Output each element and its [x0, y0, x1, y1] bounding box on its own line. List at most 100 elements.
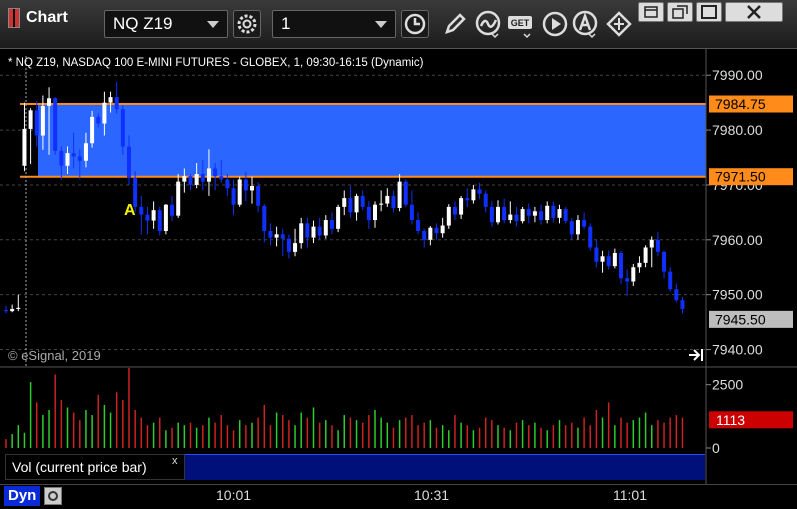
chart-app-icon	[8, 8, 20, 28]
interval-select[interactable]: 1	[272, 10, 396, 38]
close-icon	[747, 5, 761, 19]
candle	[514, 206, 519, 227]
candle	[532, 206, 537, 223]
time-axis[interactable]: Dyn 10:01 10:31 11:01	[0, 484, 797, 508]
volume-label-strip	[185, 454, 705, 480]
candle	[373, 201, 377, 228]
app-title-text: Chart	[26, 9, 68, 26]
symbol-select[interactable]: NQ Z19	[104, 10, 228, 38]
candle	[502, 198, 507, 224]
candle	[329, 212, 334, 235]
candle	[397, 173, 402, 212]
annotation-label[interactable]: A	[124, 202, 136, 219]
price-tick-label: 7990.00	[712, 67, 763, 83]
diamond-arrows-icon	[606, 11, 632, 37]
candle	[114, 81, 119, 114]
candle	[385, 188, 390, 207]
candle	[619, 250, 623, 284]
candle	[643, 245, 648, 268]
gear-icon	[237, 14, 257, 34]
candle	[483, 190, 488, 213]
lock-settings-icon[interactable]	[44, 487, 62, 505]
alert-button[interactable]	[571, 9, 601, 39]
volume-panel-label[interactable]: Vol (current price bar)	[5, 454, 185, 480]
candle	[674, 283, 679, 303]
price-zone[interactable]	[38, 104, 706, 177]
candle	[452, 201, 457, 221]
esignal-watermark: © eSignal, 2019	[8, 348, 101, 363]
symbol-settings-button[interactable]	[233, 10, 261, 38]
candle	[317, 217, 322, 240]
candle	[668, 267, 673, 292]
chart-description: * NQ Z19, NASDAQ 100 E-MINI FUTURES - GL…	[8, 57, 424, 69]
current-volume-value: 1113	[716, 412, 745, 428]
maximize-button[interactable]	[696, 2, 722, 22]
candle	[649, 236, 654, 268]
volume-tick-label: 0	[712, 440, 720, 456]
candle	[262, 204, 267, 243]
close-icon[interactable]: x	[172, 455, 178, 467]
candle	[539, 204, 544, 225]
candle	[496, 200, 500, 225]
candle	[256, 182, 261, 213]
candle	[354, 193, 359, 221]
lower-level-tag[interactable]: 7971.50	[709, 168, 793, 186]
scroll-to-end-icon[interactable]	[689, 349, 703, 361]
maximize-icon	[701, 5, 717, 19]
price-tick-label: 7980.00	[712, 122, 763, 138]
candle	[10, 304, 15, 313]
candle	[286, 234, 291, 259]
time-label: 11:01	[613, 487, 647, 503]
shade-button[interactable]	[638, 2, 664, 22]
candle	[250, 176, 254, 204]
time-template-button[interactable]	[401, 10, 429, 38]
candle	[151, 201, 156, 229]
price-chart[interactable]: 7990.007980.007970.007960.007950.007940.…	[0, 48, 797, 368]
study-button[interactable]	[474, 9, 504, 39]
candle	[520, 206, 525, 224]
time-label: 10:01	[216, 487, 252, 503]
replay-button[interactable]	[540, 9, 570, 39]
time-label: 10:31	[414, 487, 450, 503]
candle	[342, 190, 347, 216]
gear-icon	[48, 491, 58, 501]
study-curve-icon	[475, 10, 501, 39]
clock-icon	[404, 13, 426, 35]
current-volume-tag: 1113	[709, 411, 793, 429]
candle	[594, 239, 599, 268]
candle	[157, 206, 162, 236]
get-data-button[interactable]: GET	[506, 9, 536, 39]
draw-tool-button[interactable]	[440, 9, 470, 39]
alert-icon	[572, 10, 598, 39]
candle	[139, 195, 144, 235]
volume-tick-label: 2500	[712, 377, 743, 393]
upper-level-tag[interactable]: 7984.75	[709, 95, 793, 113]
upper-level-value: 7984.75	[715, 96, 766, 112]
candle	[16, 294, 21, 312]
toolbar: Chart NQ Z19 1 GET	[0, 0, 797, 49]
candle	[416, 212, 421, 235]
link-button[interactable]	[604, 9, 634, 39]
candle	[612, 248, 617, 269]
candle	[366, 201, 371, 229]
candle	[637, 256, 642, 273]
candle	[422, 228, 427, 248]
candle	[299, 217, 304, 249]
candle	[409, 190, 414, 225]
chevron-down-icon	[207, 21, 219, 28]
candle	[403, 179, 408, 207]
candle	[434, 223, 439, 240]
price-tick-label: 7940.00	[712, 342, 763, 358]
candle	[471, 184, 476, 204]
candle	[145, 206, 150, 235]
candle	[606, 250, 611, 270]
candle	[170, 195, 175, 222]
candle	[563, 206, 568, 224]
candle	[446, 204, 451, 229]
candle	[293, 228, 298, 257]
restore-button[interactable]	[667, 2, 693, 22]
dynamic-button[interactable]: Dyn	[4, 486, 41, 506]
close-button[interactable]	[725, 2, 783, 22]
volume-bars	[5, 368, 684, 448]
candle	[680, 296, 685, 314]
